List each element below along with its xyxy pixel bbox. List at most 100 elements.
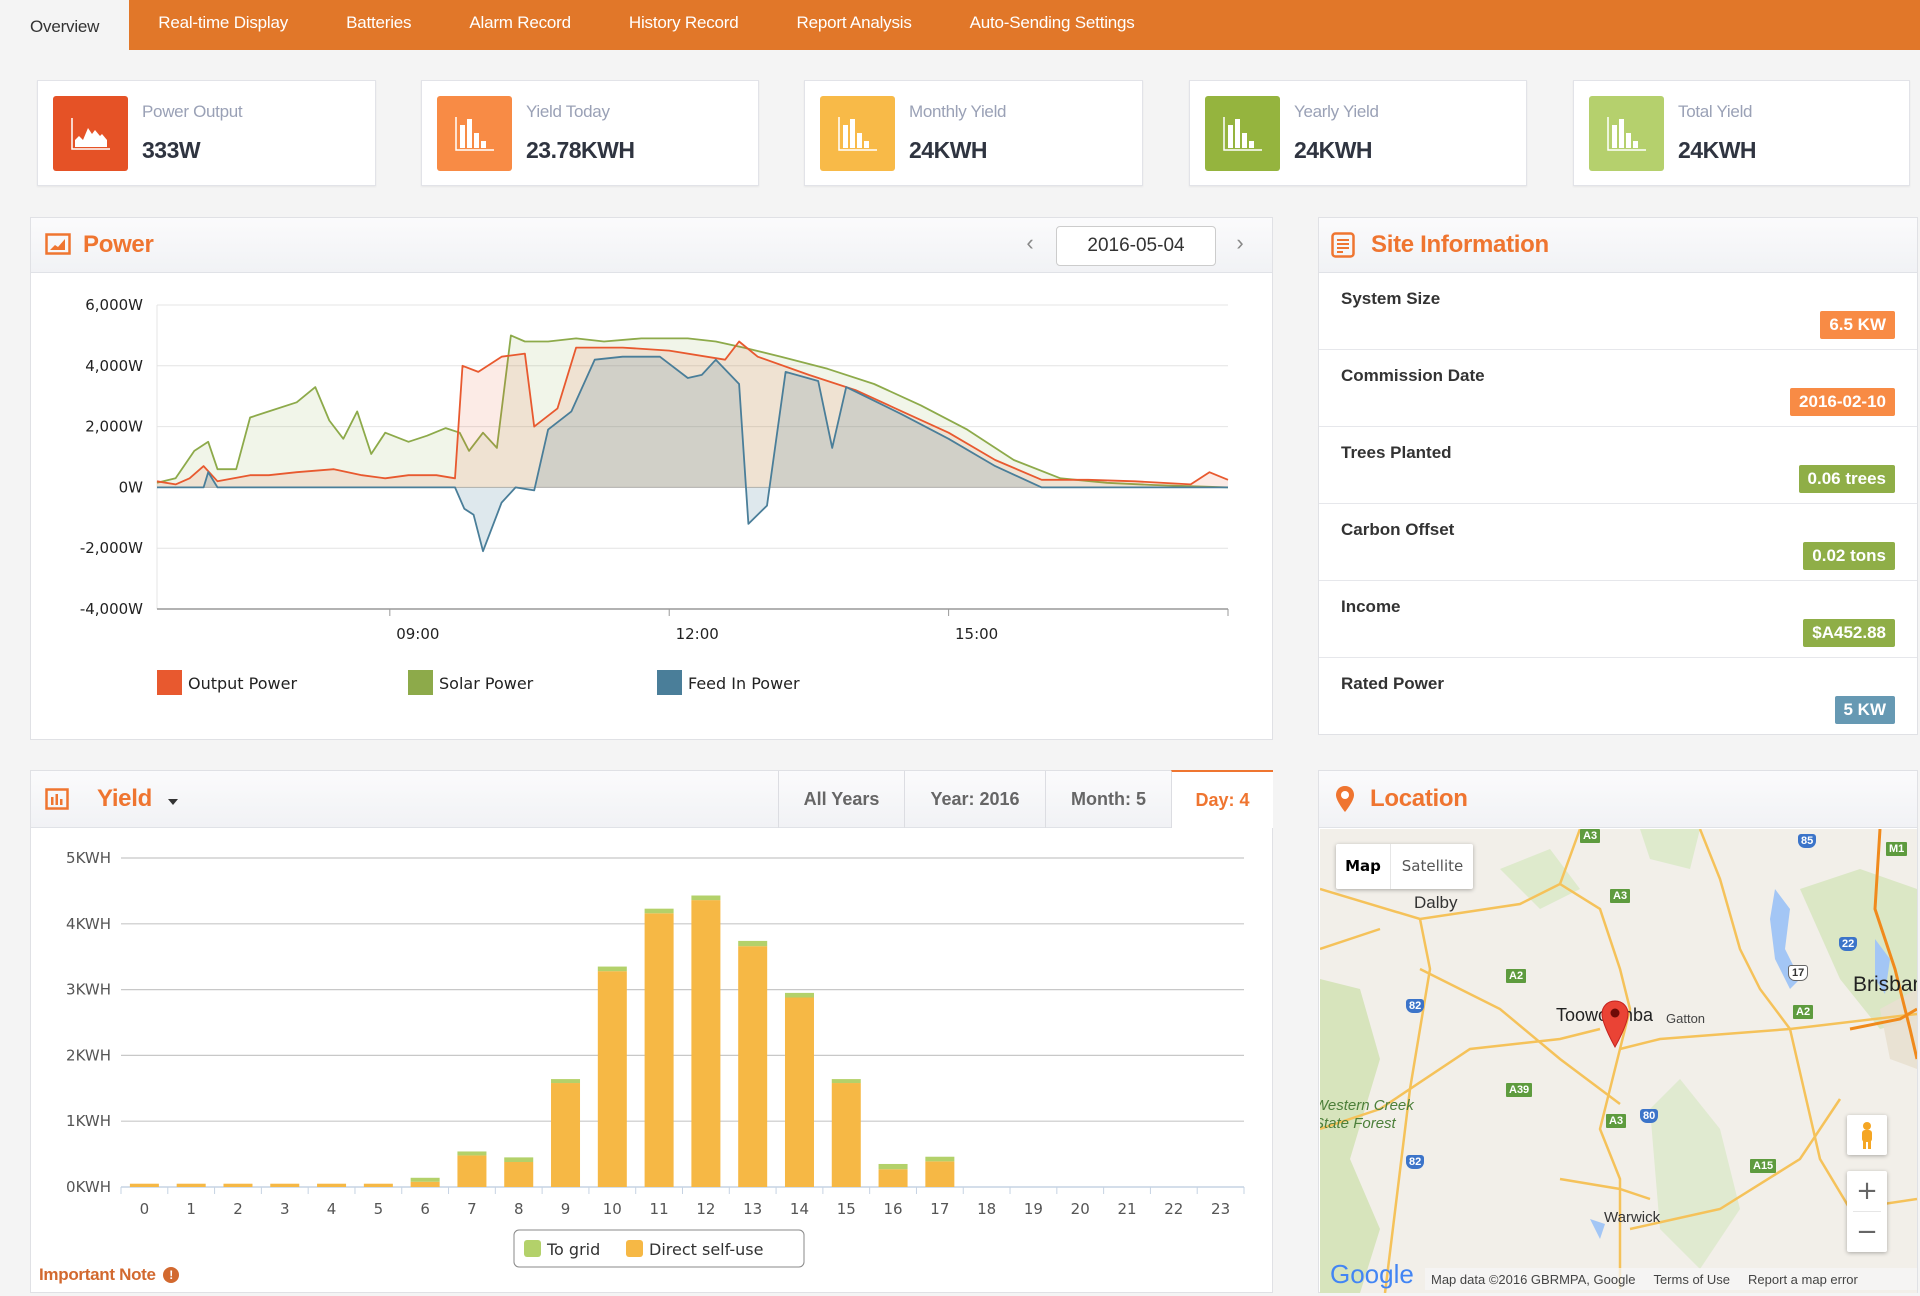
bar-direct-self-use[interactable] [551, 1083, 581, 1187]
yield-panel: Yield All Years Year: 2016 Month: 5 Day: 4 … [30, 770, 1273, 1293]
bar-direct-self-use[interactable] [176, 1183, 206, 1187]
road-shield: A3 [1610, 889, 1631, 903]
site-info-row-trees-planted: Trees Planted 0.06 trees [1319, 427, 1917, 504]
x-tick-label: 14 [790, 1200, 809, 1218]
legend-label-output-power[interactable]: Output Power [188, 674, 297, 693]
next-date-button[interactable]: › [1230, 230, 1250, 256]
bar-direct-self-use[interactable] [784, 997, 814, 1187]
x-tick-label: 2 [233, 1200, 243, 1218]
bar-direct-self-use[interactable] [831, 1083, 861, 1187]
legend-swatch-feed-in-power[interactable] [657, 670, 682, 695]
yield-tab-year-2016[interactable]: Year: 2016 [904, 771, 1045, 828]
place-label-brisbane: Brisbane [1853, 973, 1917, 996]
bar-direct-self-use[interactable] [925, 1161, 955, 1187]
bar-to-grid[interactable] [457, 1151, 487, 1156]
street-view-pegman-icon[interactable] [1847, 1115, 1887, 1155]
bar-direct-self-use[interactable] [410, 1181, 440, 1187]
bar-to-grid[interactable] [691, 895, 721, 901]
document-icon [1331, 232, 1355, 263]
bar-direct-self-use[interactable] [738, 946, 768, 1187]
bar-to-grid[interactable] [597, 966, 627, 972]
stat-card-yield-today: Yield Today 23.78KWH [421, 80, 759, 186]
map-view-button[interactable]: Map [1336, 844, 1391, 889]
legend-label-direct-self-use[interactable]: Direct self-use [649, 1240, 763, 1259]
terms-of-use-link[interactable]: Terms of Use [1653, 1272, 1730, 1287]
legend-swatch-output-power[interactable] [157, 670, 182, 695]
legend-swatch-direct-self-use[interactable] [626, 1240, 643, 1257]
stat-card-power-output: Power Output 333W [37, 80, 376, 186]
site-info-label: Carbon Offset [1341, 520, 1455, 539]
zoom-out-button[interactable]: − [1847, 1212, 1887, 1252]
y-tick-label: 2KWH [66, 1046, 111, 1064]
bar-direct-self-use[interactable] [317, 1183, 347, 1187]
site-info-label: Trees Planted [1341, 443, 1452, 462]
bar-to-grid[interactable] [410, 1177, 440, 1182]
stat-label: Power Output [142, 102, 243, 121]
nav-tab-alarm-record[interactable]: Alarm Record [440, 0, 600, 46]
place-label-warwick: Warwick [1604, 1209, 1661, 1226]
road-shield: A2 [1506, 969, 1527, 983]
location-marker-icon[interactable] [1600, 999, 1630, 1049]
road-shield: 22 [1839, 937, 1858, 951]
bar-to-grid[interactable] [504, 1157, 534, 1162]
road-shield: A15 [1750, 1159, 1777, 1173]
date-picker[interactable]: 2016-05-04 [1056, 226, 1216, 266]
yield-title[interactable]: Yield [97, 785, 152, 813]
nav-tab-overview[interactable]: Overview [0, 0, 130, 50]
prev-date-button[interactable]: ‹ [1020, 230, 1040, 256]
satellite-view-button[interactable]: Satellite [1392, 844, 1473, 889]
nav-tab-history-record[interactable]: History Record [600, 0, 768, 46]
legend-label-feed-in-power[interactable]: Feed In Power [688, 674, 800, 693]
x-tick-label: 7 [467, 1200, 477, 1218]
x-tick-label: 5 [374, 1200, 384, 1218]
yield-tab-all-years[interactable]: All Years [778, 771, 904, 828]
x-tick-label: 23 [1211, 1200, 1230, 1218]
site-info-row-commission-date: Commission Date 2016-02-10 [1319, 350, 1917, 427]
nav-tab-batteries[interactable]: Batteries [317, 0, 440, 46]
yield-chart: 0KWH1KWH2KWH3KWH4KWH5KWH0 1 2 3 4 5 6 7 8 9 10 11 12… [66, 849, 1245, 1268]
google-logo: Google [1330, 1259, 1414, 1289]
bar-direct-self-use[interactable] [504, 1161, 534, 1187]
x-tick-label: 0 [140, 1200, 150, 1218]
nav-tab-real-time-display[interactable]: Real-time Display [129, 0, 317, 46]
zoom-in-button[interactable]: + [1847, 1171, 1887, 1211]
x-tick-label: 15:00 [955, 625, 998, 643]
bar-direct-self-use[interactable] [644, 913, 674, 1187]
bar-to-grid[interactable] [644, 908, 674, 914]
bar-to-grid[interactable] [551, 1079, 581, 1084]
bar-direct-self-use[interactable] [878, 1169, 908, 1187]
x-tick-label: 16 [884, 1200, 903, 1218]
bar-direct-self-use[interactable] [457, 1155, 487, 1187]
legend-swatch-to-grid[interactable] [524, 1240, 541, 1257]
legend-label-to-grid[interactable]: To grid [546, 1240, 600, 1259]
yield-tab-day-4[interactable]: Day: 4 [1171, 770, 1273, 828]
bar-to-grid[interactable] [925, 1156, 955, 1162]
bar-direct-self-use[interactable] [270, 1183, 300, 1187]
bar-direct-self-use[interactable] [597, 971, 627, 1187]
nav-tab-report-analysis[interactable]: Report Analysis [768, 0, 941, 46]
top-nav: Overview Real-time Display Batteries Alarm … [0, 0, 1920, 50]
zoom-control: + − [1847, 1171, 1887, 1252]
yield-dropdown-caret-icon[interactable] [168, 799, 178, 805]
power-panel: Power ‹ 2016-05-04 › -4,000W -2,000W 0W 2,0… [30, 217, 1273, 740]
map[interactable]: Map Satellite Dalby Toowoomba Gatton Bri… [1320, 829, 1917, 1293]
legend-swatch-solar-power[interactable] [408, 670, 433, 695]
x-tick-label: 22 [1164, 1200, 1183, 1218]
report-map-error-link[interactable]: Report a map error [1748, 1272, 1858, 1287]
bar-to-grid[interactable] [784, 992, 814, 998]
x-tick-label: 11 [650, 1200, 669, 1218]
bar-to-grid[interactable] [878, 1163, 908, 1170]
road-shield: 85 [1798, 834, 1817, 848]
site-info-value-badge: 0.02 tons [1803, 542, 1895, 570]
stat-label: Monthly Yield [909, 102, 1007, 121]
bar-direct-self-use[interactable] [363, 1183, 393, 1187]
yield-tab-month-5[interactable]: Month: 5 [1045, 771, 1171, 828]
bar-to-grid[interactable] [738, 940, 768, 947]
nav-tab-auto-sending-settings[interactable]: Auto-Sending Settings [941, 0, 1164, 46]
bar-direct-self-use[interactable] [129, 1183, 159, 1187]
legend-label-solar-power[interactable]: Solar Power [439, 674, 534, 693]
important-note-link[interactable]: Important Note ! [39, 1265, 180, 1285]
bar-direct-self-use[interactable] [691, 900, 721, 1187]
bar-to-grid[interactable] [831, 1079, 861, 1084]
bar-direct-self-use[interactable] [223, 1183, 253, 1187]
